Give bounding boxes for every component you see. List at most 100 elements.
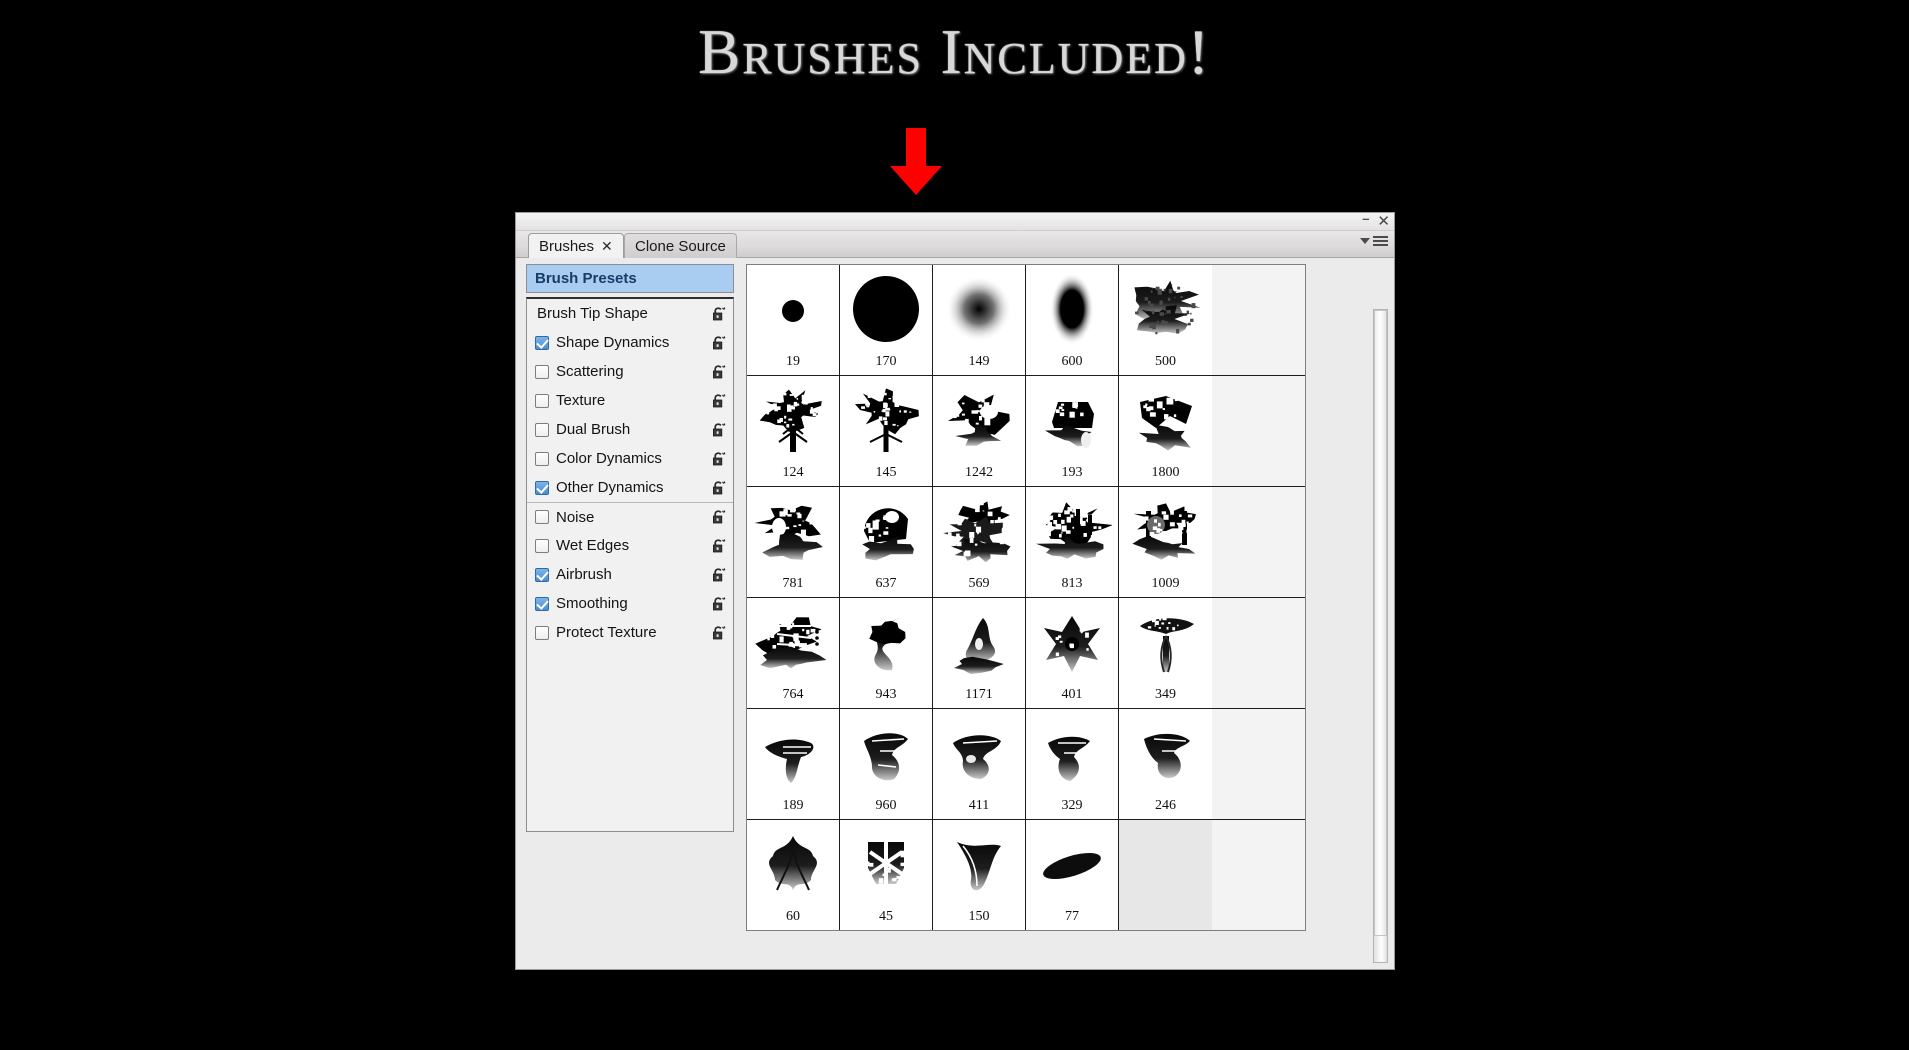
sidebar-item-smoothing[interactable]: Smoothing [527,589,733,618]
brush-preset-781[interactable]: 781 [747,487,840,597]
brush-preset-329[interactable]: 329 [1026,709,1119,819]
checkbox-noise[interactable] [535,510,549,524]
brush-preset-764[interactable]: 764 [747,598,840,708]
brush-preset-149[interactable]: 149 [933,265,1026,375]
brush-grid-row: 781 637 569 813 1009 [747,487,1305,598]
tab-brushes[interactable]: Brushes ✕ [528,233,624,258]
page-title: Brushes Included! [698,17,1211,87]
checkbox-other-dynamics[interactable] [535,480,549,495]
brush-preset-60[interactable]: 60 [747,820,840,930]
brush-size-label: 60 [786,909,800,924]
tab-brushes-label: Brushes [539,237,595,255]
brush-preset-637[interactable]: 637 [840,487,933,597]
brush-presets-box: Brush Presets [526,264,734,293]
brush-preset-813[interactable]: 813 [1026,487,1119,597]
brush-preset-45[interactable]: 45 [840,820,933,930]
padlock-icon[interactable] [711,480,727,496]
close-icon[interactable]: ✕ [1377,214,1390,229]
sidebar-item-dual-brush[interactable]: Dual Brush [527,415,733,444]
tab-close-icon[interactable]: ✕ [601,239,613,253]
brush-size-label: 150 [968,909,990,924]
brush-preset-1800[interactable]: 1800 [1119,376,1212,486]
brush-size-label: 329 [1061,798,1083,813]
padlock-icon[interactable] [711,364,727,380]
sidebar-item-airbrush[interactable]: Airbrush [527,560,733,589]
cloud-splatter-icon [1119,267,1212,351]
checkbox-airbrush[interactable] [535,567,549,582]
panel-titlebar: – ✕ [516,212,1394,231]
debris-spikes-icon [1119,378,1212,462]
checkbox-shape-dynamics[interactable] [535,335,549,350]
tree-conifer-icon [840,378,932,462]
brush-presets-label: Brush Presets [535,270,637,287]
brush-preset-600[interactable]: 600 [1026,265,1119,375]
brush-preset-19[interactable]: 19 [747,265,840,375]
brush-grid[interactable]: 19 170 149 600 500 124 145 1242 193 1800 781 637 569… [746,264,1306,931]
padlock-icon[interactable] [711,393,727,409]
brush-preset-150[interactable]: 150 [933,820,1026,930]
panel-menu-icon[interactable] [1360,236,1388,246]
checkbox-scattering[interactable] [535,364,549,379]
sidebar-item-other-dynamics[interactable]: Other Dynamics [527,473,733,502]
sidebar-item-brush-tip-shape[interactable]: Brush Tip Shape [527,299,733,328]
brush-preset-569[interactable]: 569 [933,487,1026,597]
brush-size-label: 764 [782,687,804,702]
brush-size-label: 637 [875,576,897,591]
brush-preset-349[interactable]: 349 [1119,598,1212,708]
brush-preset-189[interactable]: 189 [747,709,840,819]
padlock-icon[interactable] [711,596,727,612]
ruins-structure-icon [1119,489,1212,573]
smoke-swirl-icon [840,600,932,684]
sidebar-item-texture[interactable]: Texture [527,386,733,415]
brush-preset-411[interactable]: 411 [933,709,1026,819]
brush-preset-124[interactable]: 124 [747,376,840,486]
sidebar-item-color-dynamics[interactable]: Color Dynamics [527,444,733,473]
brush-preset-1242[interactable]: 1242 [933,376,1026,486]
sidebar-item-brush-presets[interactable]: Brush Presets [527,265,733,292]
brush-preset-246[interactable]: 246 [1119,709,1212,819]
brush-preset-943[interactable]: 943 [840,598,933,708]
brush-cell-empty [1119,820,1212,930]
brush-preset-77[interactable]: 77 [1026,820,1119,930]
brush-preset-960[interactable]: 960 [840,709,933,819]
brush-preset-401[interactable]: 401 [1026,598,1119,708]
padlock-icon[interactable] [711,306,727,322]
brush-size-label: 500 [1155,354,1176,369]
machine-block-icon [747,489,839,573]
checkbox-smoothing[interactable] [535,596,549,611]
checkbox-wet-edges[interactable] [535,538,549,553]
vertical-scrollbar[interactable] [1373,309,1388,963]
checkbox-color-dynamics[interactable] [535,451,549,466]
brush-preset-1009[interactable]: 1009 [1119,487,1212,597]
padlock-icon[interactable] [711,625,727,641]
scrollbar-thumb[interactable] [1374,310,1387,936]
sidebar-item-scattering[interactable]: Scattering [527,357,733,386]
brush-preset-170[interactable]: 170 [840,265,933,375]
brush-preset-193[interactable]: 193 [1026,376,1119,486]
panel-body: Brush Presets Brush Tip Shape Shape Dynam… [516,258,1394,969]
sidebar-item-noise[interactable]: Noise [527,502,733,531]
ink-streak-e-icon [1119,711,1212,795]
sidebar-item-protect-texture[interactable]: Protect Texture [527,618,733,647]
minimize-icon[interactable]: – [1362,212,1369,226]
checkbox-protect-texture[interactable] [535,625,549,640]
brush-preset-1171[interactable]: 1171 [933,598,1026,708]
brush-size-label: 960 [875,798,897,813]
dot-small-icon [747,267,839,351]
brush-size-label: 189 [782,798,804,813]
padlock-icon[interactable] [711,335,727,351]
padlock-icon[interactable] [711,451,727,467]
padlock-icon[interactable] [711,509,727,525]
brushes-panel: – ✕ Brushes ✕ Clone Source Brush Presets… [515,212,1395,970]
checkbox-texture[interactable] [535,393,549,408]
checkbox-dual-brush[interactable] [535,422,549,437]
brush-preset-500[interactable]: 500 [1119,265,1212,375]
sidebar-item-shape-dynamics[interactable]: Shape Dynamics [527,328,733,357]
brush-preset-145[interactable]: 145 [840,376,933,486]
tab-clone-source[interactable]: Clone Source [624,233,737,258]
sidebar-item-wet-edges[interactable]: Wet Edges [527,531,733,560]
padlock-icon[interactable] [711,422,727,438]
padlock-icon[interactable] [711,567,727,583]
sidebar-item-label: Brush Tip Shape [537,305,648,322]
padlock-icon[interactable] [711,538,727,554]
